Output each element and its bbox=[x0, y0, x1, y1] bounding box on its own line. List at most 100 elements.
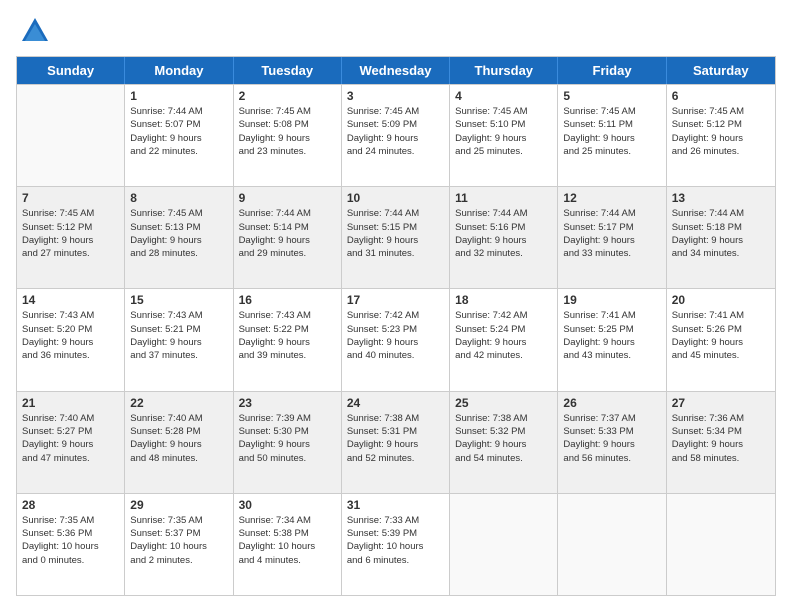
day-number: 6 bbox=[672, 89, 770, 103]
cell-info-line: Sunset: 5:31 PM bbox=[347, 425, 444, 438]
cell-info-line: Sunset: 5:33 PM bbox=[563, 425, 660, 438]
header-cell-monday: Monday bbox=[125, 57, 233, 84]
cell-info-line: Daylight: 9 hours bbox=[455, 438, 552, 451]
day-number: 2 bbox=[239, 89, 336, 103]
cell-info-line: Sunrise: 7:34 AM bbox=[239, 514, 336, 527]
calendar-body: 1Sunrise: 7:44 AMSunset: 5:07 PMDaylight… bbox=[17, 84, 775, 595]
cell-info-line: Daylight: 9 hours bbox=[22, 234, 119, 247]
cell-info-line: Sunrise: 7:39 AM bbox=[239, 412, 336, 425]
calendar-cell: 14Sunrise: 7:43 AMSunset: 5:20 PMDayligh… bbox=[17, 289, 125, 390]
day-number: 25 bbox=[455, 396, 552, 410]
cell-info-line: Daylight: 10 hours bbox=[130, 540, 227, 553]
cell-info-line: and 37 minutes. bbox=[130, 349, 227, 362]
cell-info-line: Sunset: 5:28 PM bbox=[130, 425, 227, 438]
calendar-cell: 15Sunrise: 7:43 AMSunset: 5:21 PMDayligh… bbox=[125, 289, 233, 390]
cell-info-line: and 56 minutes. bbox=[563, 452, 660, 465]
calendar-cell: 11Sunrise: 7:44 AMSunset: 5:16 PMDayligh… bbox=[450, 187, 558, 288]
cell-info-line: Daylight: 9 hours bbox=[672, 336, 770, 349]
cell-info-line: Daylight: 9 hours bbox=[130, 132, 227, 145]
cell-info-line: and 26 minutes. bbox=[672, 145, 770, 158]
cell-info-line: and 43 minutes. bbox=[563, 349, 660, 362]
day-number: 22 bbox=[130, 396, 227, 410]
cell-info-line: and 24 minutes. bbox=[347, 145, 444, 158]
cell-info-line: Sunset: 5:18 PM bbox=[672, 221, 770, 234]
calendar-cell: 13Sunrise: 7:44 AMSunset: 5:18 PMDayligh… bbox=[667, 187, 775, 288]
calendar-cell: 18Sunrise: 7:42 AMSunset: 5:24 PMDayligh… bbox=[450, 289, 558, 390]
cell-info-line: and 42 minutes. bbox=[455, 349, 552, 362]
day-number: 1 bbox=[130, 89, 227, 103]
cell-info-line: Sunset: 5:11 PM bbox=[563, 118, 660, 131]
cell-info-line: and 50 minutes. bbox=[239, 452, 336, 465]
cell-info-line: and 47 minutes. bbox=[22, 452, 119, 465]
cell-info-line: Sunrise: 7:38 AM bbox=[455, 412, 552, 425]
day-number: 13 bbox=[672, 191, 770, 205]
cell-info-line: Sunset: 5:32 PM bbox=[455, 425, 552, 438]
cell-info-line: Sunrise: 7:38 AM bbox=[347, 412, 444, 425]
cell-info-line: Sunset: 5:24 PM bbox=[455, 323, 552, 336]
calendar-row-1: 1Sunrise: 7:44 AMSunset: 5:07 PMDaylight… bbox=[17, 84, 775, 186]
calendar-cell: 25 Sunrise: 7:38 AMSunset: 5:32 PMDayligh… bbox=[450, 392, 558, 493]
cell-info-line: Sunset: 5:12 PM bbox=[672, 118, 770, 131]
cell-info-line: Daylight: 9 hours bbox=[347, 132, 444, 145]
day-number: 20 bbox=[672, 293, 770, 307]
day-number: 3 bbox=[347, 89, 444, 103]
cell-info-line: Daylight: 9 hours bbox=[347, 438, 444, 451]
cell-info-line: Sunrise: 7:45 AM bbox=[347, 105, 444, 118]
cell-info-line: Sunrise: 7:44 AM bbox=[347, 207, 444, 220]
cell-info-line: Sunset: 5:08 PM bbox=[239, 118, 336, 131]
cell-info-line: Sunset: 5:21 PM bbox=[130, 323, 227, 336]
cell-info-line: Daylight: 9 hours bbox=[239, 234, 336, 247]
cell-info-line: and 23 minutes. bbox=[239, 145, 336, 158]
calendar-cell: 28Sunrise: 7:35 AMSunset: 5:36 PMDayligh… bbox=[17, 494, 125, 595]
cell-info-line: Daylight: 10 hours bbox=[239, 540, 336, 553]
cell-info-line: Sunset: 5:12 PM bbox=[22, 221, 119, 234]
header-cell-wednesday: Wednesday bbox=[342, 57, 450, 84]
cell-info-line: Sunset: 5:23 PM bbox=[347, 323, 444, 336]
cell-info-line: and 45 minutes. bbox=[672, 349, 770, 362]
cell-info-line: Sunrise: 7:45 AM bbox=[130, 207, 227, 220]
cell-info-line: Sunrise: 7:44 AM bbox=[563, 207, 660, 220]
day-number: 17 bbox=[347, 293, 444, 307]
cell-info-line: Daylight: 9 hours bbox=[563, 132, 660, 145]
cell-info-line: Sunrise: 7:44 AM bbox=[130, 105, 227, 118]
day-number: 5 bbox=[563, 89, 660, 103]
cell-info-line: Sunrise: 7:37 AM bbox=[563, 412, 660, 425]
calendar-cell bbox=[450, 494, 558, 595]
cell-info-line: Daylight: 10 hours bbox=[22, 540, 119, 553]
cell-info-line: and 32 minutes. bbox=[455, 247, 552, 260]
calendar-cell: 30Sunrise: 7:34 AMSunset: 5:38 PMDayligh… bbox=[234, 494, 342, 595]
cell-info-line: and 25 minutes. bbox=[563, 145, 660, 158]
cell-info-line: Daylight: 9 hours bbox=[563, 438, 660, 451]
cell-info-line: Daylight: 9 hours bbox=[455, 132, 552, 145]
day-number: 12 bbox=[563, 191, 660, 205]
day-number: 19 bbox=[563, 293, 660, 307]
day-number: 4 bbox=[455, 89, 552, 103]
calendar-cell: 31Sunrise: 7:33 AMSunset: 5:39 PMDayligh… bbox=[342, 494, 450, 595]
calendar-cell bbox=[667, 494, 775, 595]
calendar-row-5: 28Sunrise: 7:35 AMSunset: 5:36 PMDayligh… bbox=[17, 493, 775, 595]
cell-info-line: Sunset: 5:38 PM bbox=[239, 527, 336, 540]
cell-info-line: Daylight: 9 hours bbox=[455, 336, 552, 349]
cell-info-line: and 36 minutes. bbox=[22, 349, 119, 362]
calendar-cell: 4Sunrise: 7:45 AMSunset: 5:10 PMDaylight… bbox=[450, 85, 558, 186]
cell-info-line: Sunset: 5:37 PM bbox=[130, 527, 227, 540]
day-number: 11 bbox=[455, 191, 552, 205]
cell-info-line: Sunrise: 7:45 AM bbox=[455, 105, 552, 118]
cell-info-line: Daylight: 9 hours bbox=[563, 234, 660, 247]
cell-info-line: Sunrise: 7:45 AM bbox=[22, 207, 119, 220]
day-number: 7 bbox=[22, 191, 119, 205]
cell-info-line: Sunset: 5:15 PM bbox=[347, 221, 444, 234]
cell-info-line: and 4 minutes. bbox=[239, 554, 336, 567]
cell-info-line: Sunset: 5:39 PM bbox=[347, 527, 444, 540]
cell-info-line: Daylight: 9 hours bbox=[22, 336, 119, 349]
calendar-cell: 12Sunrise: 7:44 AMSunset: 5:17 PMDayligh… bbox=[558, 187, 666, 288]
cell-info-line: Daylight: 9 hours bbox=[239, 336, 336, 349]
cell-info-line: and 48 minutes. bbox=[130, 452, 227, 465]
cell-info-line: and 33 minutes. bbox=[563, 247, 660, 260]
cell-info-line: Sunrise: 7:44 AM bbox=[239, 207, 336, 220]
cell-info-line: Daylight: 9 hours bbox=[347, 336, 444, 349]
cell-info-line: Daylight: 9 hours bbox=[672, 234, 770, 247]
header-cell-friday: Friday bbox=[558, 57, 666, 84]
calendar-cell: 23Sunrise: 7:39 AMSunset: 5:30 PMDayligh… bbox=[234, 392, 342, 493]
cell-info-line: Sunrise: 7:42 AM bbox=[347, 309, 444, 322]
